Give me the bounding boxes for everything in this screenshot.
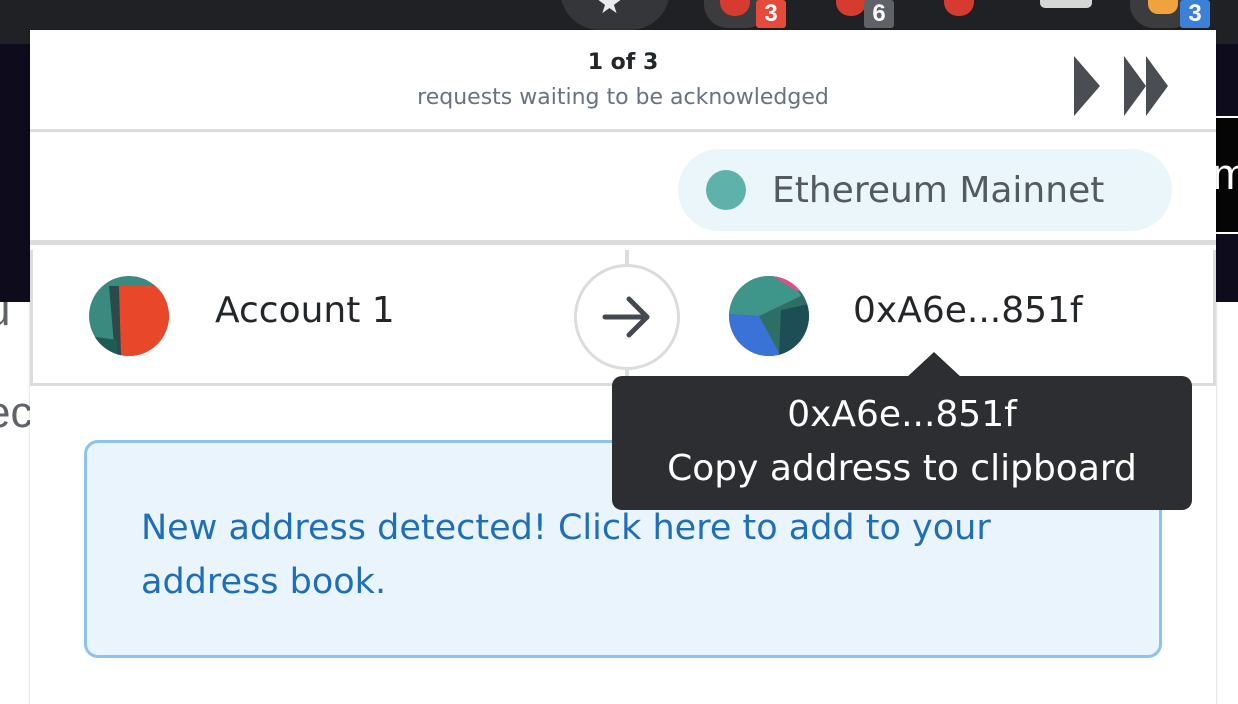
tooltip-caret [906,352,962,378]
extension-icon[interactable] [1040,0,1092,8]
bookmark-star-icon[interactable]: ★ [596,0,623,21]
account-avatar [89,276,169,356]
fox-icon[interactable] [1148,0,1178,14]
queue-count: 1 of 3 [587,50,659,75]
network-row: Ethereum Mainnet [30,135,1216,245]
confirmation-queue-header: 1 of 3 requests waiting to be acknowledg… [30,30,1216,132]
from-account-name[interactable]: Account 1 [215,290,395,331]
recipient-avatar [729,276,809,356]
next-request-icon[interactable] [1070,54,1104,118]
extension-icon[interactable] [836,0,866,16]
metamask-popup: 1 of 3 requests waiting to be acknowledg… [30,30,1216,704]
tooltip-address: 0xA6e...851f [787,394,1017,435]
background-text: u [0,286,10,336]
shield-icon[interactable] [944,0,974,16]
tooltip-action: Copy address to clipboard [667,448,1137,489]
recipient-address[interactable]: 0xA6e...851f [853,290,1083,331]
extension-badge: 3 [1180,0,1210,28]
sender-recipient-row: Account 1 0xA6e...851f [30,250,1216,386]
arrow-right-icon [602,296,650,338]
last-request-icon[interactable] [1122,54,1172,118]
notice-text[interactable]: New address detected! Click here to add … [141,501,1061,609]
queue-subtitle: requests waiting to be acknowledged [417,85,829,110]
network-status-dot [706,170,746,210]
background-text: ec [0,388,33,437]
transfer-arrow [574,264,680,370]
network-name: Ethereum Mainnet [772,169,1105,211]
extension-badge: 6 [864,0,894,28]
copy-address-tooltip: 0xA6e...851f Copy address to clipboard [612,376,1192,510]
network-selector[interactable]: Ethereum Mainnet [678,149,1172,231]
extension-badge: 3 [756,0,786,28]
